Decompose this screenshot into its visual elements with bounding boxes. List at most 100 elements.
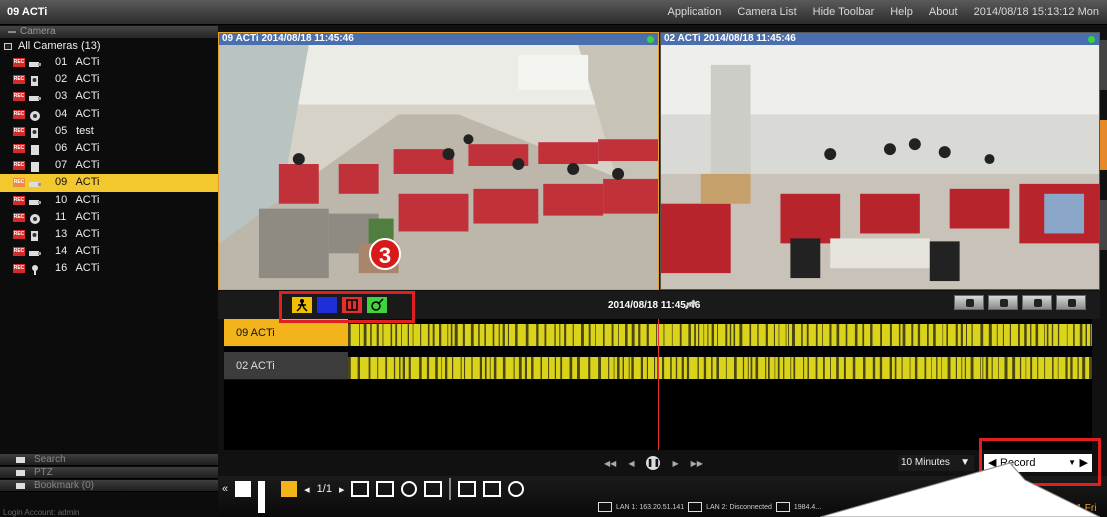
menu-hide-toolbar[interactable]: Hide Toolbar: [813, 6, 875, 18]
menu-camera-list[interactable]: Camera List: [737, 6, 796, 18]
record-gap: [646, 357, 648, 379]
exit-icon[interactable]: [424, 481, 443, 497]
export-icon[interactable]: [988, 295, 1018, 310]
record-gap: [686, 357, 690, 379]
camera-item[interactable]: REC 10 ACTi: [0, 192, 218, 209]
camera-item[interactable]: REC 06 ACTi: [0, 140, 218, 157]
record-gap: [670, 357, 672, 379]
tab-playback[interactable]: [1100, 120, 1107, 170]
camera-section-header[interactable]: Camera: [0, 26, 218, 38]
record-gap: [646, 324, 649, 346]
pane-title: 09 ACTi 2014/08/18 11:45:46: [222, 33, 354, 44]
redo-arrow-icon[interactable]: [684, 299, 698, 311]
prev-page-icon[interactable]: ◂: [304, 483, 310, 496]
fast-rewind-icon[interactable]: ◀◀: [604, 459, 616, 468]
video-pane-02[interactable]: 02 ACTi 2014/08/18 11:45:46: [660, 32, 1100, 290]
camera-item[interactable]: REC 01 ACTi: [0, 54, 218, 71]
step-forward-icon[interactable]: ▶: [672, 459, 678, 468]
pause-icon[interactable]: ❚❚: [646, 456, 661, 470]
camera-item[interactable]: REC 13 ACTi: [0, 226, 218, 243]
bookmark-icon[interactable]: [1056, 295, 1086, 310]
menu-application[interactable]: Application: [668, 6, 722, 18]
menu-help[interactable]: Help: [890, 6, 913, 18]
search-section[interactable]: Search: [0, 454, 218, 466]
refresh-icon[interactable]: [401, 481, 418, 497]
record-gap: [803, 357, 805, 379]
side-tabs: [1100, 40, 1107, 250]
record-gap: [1066, 324, 1068, 346]
camera-item[interactable]: REC 03 ACTi: [0, 88, 218, 105]
track-label: 09 ACTi: [224, 319, 348, 347]
camera-item[interactable]: REC 04 ACTi: [0, 106, 218, 123]
camera-label: 09 ACTi: [55, 174, 100, 191]
monitor-icon[interactable]: [376, 481, 395, 497]
snapshot-icon[interactable]: [458, 481, 477, 497]
fast-forward-icon[interactable]: ▶▶: [691, 459, 703, 468]
bookmark-section[interactable]: Bookmark (0): [0, 480, 218, 492]
record-gap: [823, 357, 825, 379]
camera-icon: [29, 127, 41, 138]
next-page-icon[interactable]: ▸: [339, 483, 345, 496]
layout-buttons: « ◂ 1/1 ▸: [222, 478, 525, 513]
record-gap: [656, 324, 658, 346]
menu-about[interactable]: About: [929, 6, 958, 18]
record-gap: [625, 324, 628, 346]
camera-item[interactable]: REC 14 ACTi: [0, 243, 218, 260]
save-icon[interactable]: [1022, 295, 1052, 310]
record-gap: [924, 357, 927, 379]
status-dot-icon: [647, 36, 654, 43]
camera-icon: [29, 213, 41, 224]
tab-live[interactable]: [1100, 40, 1107, 90]
record-gap: [755, 357, 759, 379]
fullscreen-icon[interactable]: [351, 481, 370, 497]
ptz-section[interactable]: PTZ: [0, 467, 218, 479]
camera-item[interactable]: REC 07 ACTi: [0, 157, 218, 174]
camera-label: 11 ACTi: [55, 209, 100, 226]
collapse-panel-icon[interactable]: «: [222, 483, 228, 495]
record-gap: [1018, 324, 1020, 346]
video-pane-09[interactable]: 09 ACTi 2014/08/18 11:45:46: [218, 32, 659, 290]
record-gap: [359, 324, 360, 346]
playhead[interactable]: [658, 319, 659, 450]
single-view-icon[interactable]: [235, 481, 252, 497]
record-gap: [739, 324, 743, 346]
dual-view-icon[interactable]: [258, 481, 274, 513]
record-gap: [1009, 324, 1011, 346]
record-gap: [564, 324, 567, 346]
camera-number: 04: [55, 107, 68, 120]
record-gap: [377, 357, 379, 379]
camera-icon: [29, 264, 41, 276]
search-icon[interactable]: [954, 295, 984, 310]
camera-item[interactable]: REC 11 ACTi: [0, 209, 218, 226]
callout-pointer: [820, 462, 1101, 517]
record-gap: [402, 357, 405, 379]
camera-item[interactable]: REC 02 ACTi: [0, 71, 218, 88]
record-gap: [357, 357, 360, 379]
quad-view-icon[interactable]: [281, 481, 298, 497]
record-gap: [675, 357, 678, 379]
record-gap: [498, 324, 500, 346]
logout-icon[interactable]: [508, 481, 525, 497]
record-gap: [1019, 357, 1022, 379]
record-gap: [441, 357, 442, 379]
record-gap: [711, 324, 714, 346]
record-gap: [507, 324, 509, 346]
step-back-icon[interactable]: ◀: [628, 459, 634, 468]
all-cameras-node[interactable]: All Cameras (13): [0, 38, 218, 54]
monitor-icon: [598, 502, 612, 512]
camera-item[interactable]: REC 16 ACTi: [0, 260, 218, 277]
record-gap: [348, 357, 351, 379]
rec-badge: REC: [13, 109, 25, 119]
camera-item[interactable]: REC 05 test: [0, 123, 218, 140]
rec-badge: REC: [13, 143, 25, 153]
record-gap: [588, 357, 591, 379]
record-gap: [936, 357, 938, 379]
camera-item[interactable]: REC 09 ACTi: [0, 174, 218, 192]
record-gap: [598, 357, 601, 379]
tab-setup[interactable]: [1100, 200, 1107, 250]
record-gap: [946, 324, 948, 346]
record-gap: [471, 357, 473, 379]
play-buttons: ◀◀ ◀ ❚❚ ▶ ▶▶: [604, 456, 703, 470]
close-view-icon[interactable]: [483, 481, 502, 497]
record-gap: [370, 324, 372, 346]
